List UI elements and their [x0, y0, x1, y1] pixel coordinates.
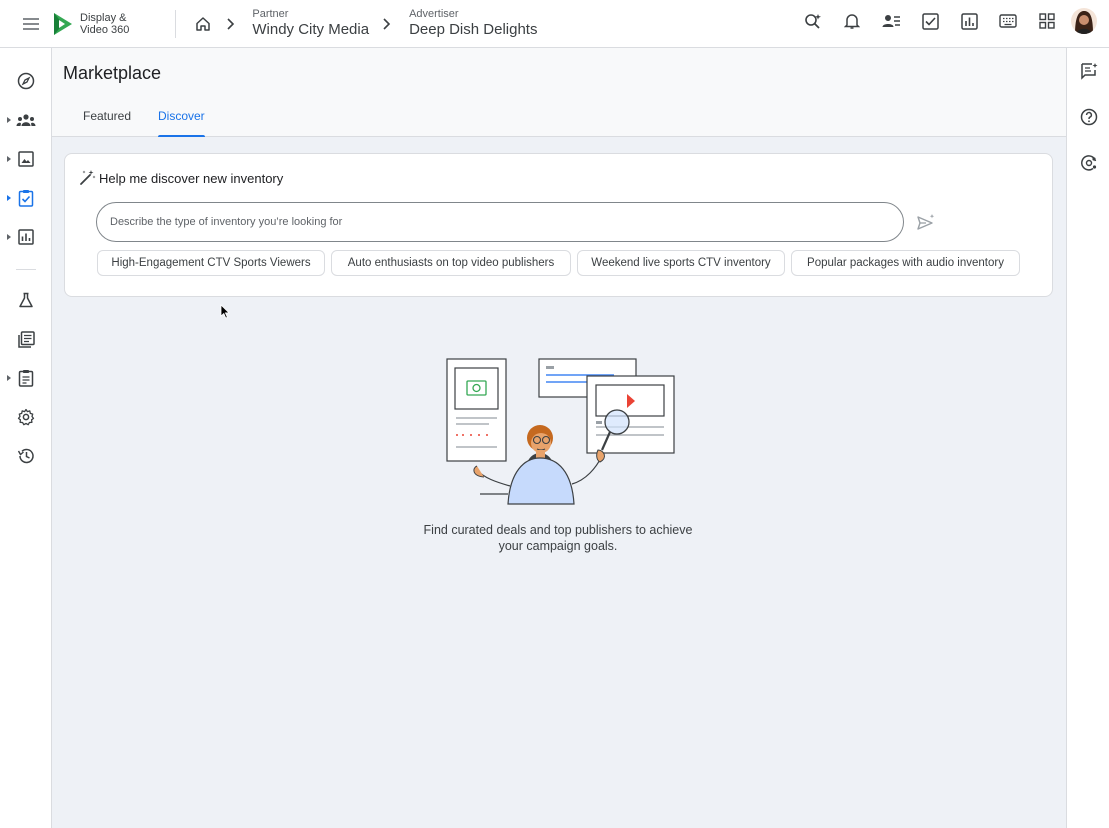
discover-inventory-card: Help me discover new inventory High-Enga… [64, 153, 1053, 297]
nav-explore[interactable] [0, 66, 52, 96]
suggestion-chip[interactable]: High-Engagement CTV Sports Viewers [97, 250, 325, 276]
nav-tasks[interactable] [0, 363, 52, 393]
expand-caret-icon [7, 195, 11, 201]
top-app-bar: Display & Video 360 Partner Windy City M… [0, 0, 1109, 48]
divider [175, 9, 177, 38]
chevron-right-icon [227, 14, 239, 34]
nav-audiences[interactable] [0, 105, 52, 135]
breadcrumb-advertiser-label: Advertiser [409, 7, 459, 20]
tab-discover[interactable]: Discover [158, 109, 205, 137]
right-rail [1066, 48, 1109, 828]
task-checklist-icon[interactable] [920, 11, 940, 31]
send-spark-icon[interactable] [916, 213, 936, 233]
discover-illustration [446, 358, 675, 505]
empty-state-line: Find curated deals and top publishers to… [423, 523, 693, 537]
nav-reports[interactable] [0, 222, 52, 252]
empty-state-line: your campaign goals. [498, 539, 618, 553]
page-title: Marketplace [63, 63, 162, 83]
bar-chart-icon [18, 229, 34, 245]
nav-settings[interactable] [0, 402, 52, 432]
library-icon [17, 330, 35, 348]
expand-caret-icon [7, 375, 11, 381]
mouse-pointer-icon [220, 304, 230, 319]
main-content: Marketplace Featured Discover Help me di… [52, 48, 1066, 828]
breadcrumb-advertiser[interactable]: Advertiser Deep Dish Delights [409, 8, 537, 40]
top-actions [784, 8, 1097, 34]
reports-chart-icon[interactable] [959, 11, 979, 31]
breadcrumb-partner-value: Windy City Media [252, 20, 370, 38]
apps-grid-icon[interactable] [1037, 11, 1057, 31]
nav-history[interactable] [0, 441, 52, 471]
breadcrumb-partner[interactable]: Partner Windy City Media [252, 8, 369, 40]
compass-icon [17, 72, 35, 90]
audiences-icon [16, 114, 36, 126]
suggestion-chip[interactable]: Weekend live sports CTV inventory [577, 250, 785, 276]
magic-wand-icon [80, 170, 96, 185]
notifications-bell-icon[interactable] [842, 11, 862, 31]
expand-caret-icon [7, 234, 11, 240]
breadcrumb-partner-label: Partner [252, 7, 289, 20]
expand-caret-icon [7, 156, 11, 162]
nav-resources[interactable] [0, 324, 52, 354]
suggestion-chip[interactable]: Popular packages with audio inventory [791, 250, 1020, 276]
avatar[interactable] [1071, 8, 1097, 34]
flask-icon [19, 292, 33, 308]
gear-icon [17, 408, 35, 426]
image-icon [18, 151, 34, 167]
nav-creatives[interactable] [0, 144, 52, 174]
nav-inventory[interactable] [0, 183, 52, 213]
keyboard-icon[interactable] [998, 11, 1018, 31]
search-spark-icon[interactable] [803, 11, 823, 31]
empty-state-message: Find curated deals and top publishers to… [408, 522, 708, 554]
insights-icon[interactable] [1078, 152, 1100, 174]
expand-caret-icon [7, 117, 11, 123]
nav-experiments[interactable] [0, 285, 52, 315]
feedback-spark-icon[interactable] [1078, 60, 1100, 82]
tab-featured[interactable]: Featured [83, 109, 131, 137]
card-title: Help me discover new inventory [99, 171, 284, 186]
suggestion-chip[interactable]: Auto enthusiasts on top video publishers [331, 250, 571, 276]
nav-divider [16, 269, 36, 270]
page-header: Marketplace Featured Discover [52, 48, 1066, 137]
app-logo[interactable]: Display & Video 360 [52, 9, 129, 39]
clipboard-list-icon [18, 370, 34, 387]
left-navigation [0, 48, 52, 828]
manage-users-icon[interactable] [881, 11, 901, 31]
home-icon[interactable] [193, 14, 213, 34]
breadcrumb-advertiser-value: Deep Dish Delights [409, 20, 538, 38]
help-icon[interactable] [1078, 106, 1100, 128]
clipboard-check-icon [18, 190, 34, 207]
inventory-prompt-input[interactable] [96, 202, 904, 242]
menu-icon[interactable] [21, 14, 41, 34]
app-name: Display & Video 360 [80, 11, 130, 36]
history-icon [17, 448, 34, 464]
dv360-logo-icon [54, 12, 72, 35]
chevron-right-icon [383, 14, 395, 34]
